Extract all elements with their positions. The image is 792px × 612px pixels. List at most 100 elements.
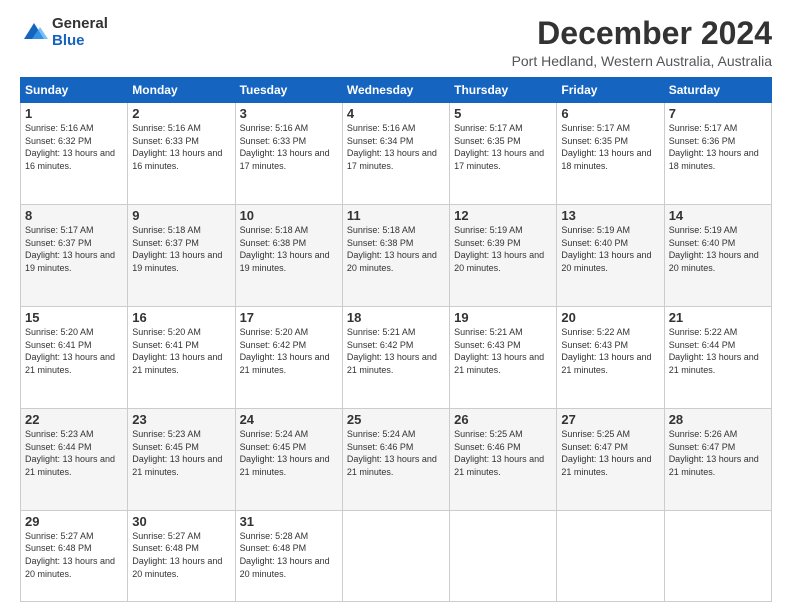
table-row: 17 Sunrise: 5:20 AMSunset: 6:42 PMDaylig… (235, 307, 342, 409)
day-info: Sunrise: 5:18 AMSunset: 6:38 PMDaylight:… (347, 225, 437, 273)
table-row: 28 Sunrise: 5:26 AMSunset: 6:47 PMDaylig… (664, 408, 771, 510)
col-saturday: Saturday (664, 78, 771, 103)
calendar-table: Sunday Monday Tuesday Wednesday Thursday… (20, 77, 772, 602)
day-number: 18 (347, 310, 445, 325)
main-title: December 2024 (512, 16, 772, 51)
day-number: 19 (454, 310, 552, 325)
col-wednesday: Wednesday (342, 78, 449, 103)
col-sunday: Sunday (21, 78, 128, 103)
table-row: 14 Sunrise: 5:19 AMSunset: 6:40 PMDaylig… (664, 205, 771, 307)
logo-text: General Blue (52, 16, 108, 49)
day-info: Sunrise: 5:16 AMSunset: 6:32 PMDaylight:… (25, 123, 115, 171)
day-number: 22 (25, 412, 123, 427)
day-info: Sunrise: 5:19 AMSunset: 6:40 PMDaylight:… (669, 225, 759, 273)
day-number: 29 (25, 514, 123, 529)
day-number: 6 (561, 106, 659, 121)
empty-cell (450, 510, 557, 601)
day-info: Sunrise: 5:22 AMSunset: 6:43 PMDaylight:… (561, 327, 651, 375)
col-tuesday: Tuesday (235, 78, 342, 103)
table-row: 10 Sunrise: 5:18 AMSunset: 6:38 PMDaylig… (235, 205, 342, 307)
table-row: 2 Sunrise: 5:16 AMSunset: 6:33 PMDayligh… (128, 103, 235, 205)
table-row: 31 Sunrise: 5:28 AMSunset: 6:48 PMDaylig… (235, 510, 342, 601)
day-number: 27 (561, 412, 659, 427)
day-info: Sunrise: 5:21 AMSunset: 6:43 PMDaylight:… (454, 327, 544, 375)
day-number: 14 (669, 208, 767, 223)
day-info: Sunrise: 5:19 AMSunset: 6:39 PMDaylight:… (454, 225, 544, 273)
empty-cell (664, 510, 771, 601)
day-number: 24 (240, 412, 338, 427)
table-row: 27 Sunrise: 5:25 AMSunset: 6:47 PMDaylig… (557, 408, 664, 510)
week-row: 15 Sunrise: 5:20 AMSunset: 6:41 PMDaylig… (21, 307, 772, 409)
day-number: 26 (454, 412, 552, 427)
table-row: 25 Sunrise: 5:24 AMSunset: 6:46 PMDaylig… (342, 408, 449, 510)
day-info: Sunrise: 5:28 AMSunset: 6:48 PMDaylight:… (240, 531, 330, 579)
day-number: 3 (240, 106, 338, 121)
day-info: Sunrise: 5:20 AMSunset: 6:41 PMDaylight:… (25, 327, 115, 375)
day-info: Sunrise: 5:26 AMSunset: 6:47 PMDaylight:… (669, 429, 759, 477)
day-info: Sunrise: 5:22 AMSunset: 6:44 PMDaylight:… (669, 327, 759, 375)
day-info: Sunrise: 5:17 AMSunset: 6:35 PMDaylight:… (454, 123, 544, 171)
day-info: Sunrise: 5:21 AMSunset: 6:42 PMDaylight:… (347, 327, 437, 375)
title-block: December 2024 Port Hedland, Western Aust… (512, 16, 772, 69)
day-info: Sunrise: 5:27 AMSunset: 6:48 PMDaylight:… (132, 531, 222, 579)
week-row: 22 Sunrise: 5:23 AMSunset: 6:44 PMDaylig… (21, 408, 772, 510)
calendar-header-row: Sunday Monday Tuesday Wednesday Thursday… (21, 78, 772, 103)
table-row: 4 Sunrise: 5:16 AMSunset: 6:34 PMDayligh… (342, 103, 449, 205)
day-number: 2 (132, 106, 230, 121)
day-number: 11 (347, 208, 445, 223)
col-monday: Monday (128, 78, 235, 103)
table-row: 30 Sunrise: 5:27 AMSunset: 6:48 PMDaylig… (128, 510, 235, 601)
table-row: 16 Sunrise: 5:20 AMSunset: 6:41 PMDaylig… (128, 307, 235, 409)
col-thursday: Thursday (450, 78, 557, 103)
table-row: 11 Sunrise: 5:18 AMSunset: 6:38 PMDaylig… (342, 205, 449, 307)
table-row: 20 Sunrise: 5:22 AMSunset: 6:43 PMDaylig… (557, 307, 664, 409)
day-number: 13 (561, 208, 659, 223)
table-row: 26 Sunrise: 5:25 AMSunset: 6:46 PMDaylig… (450, 408, 557, 510)
table-row: 8 Sunrise: 5:17 AMSunset: 6:37 PMDayligh… (21, 205, 128, 307)
day-number: 21 (669, 310, 767, 325)
day-number: 31 (240, 514, 338, 529)
table-row: 12 Sunrise: 5:19 AMSunset: 6:39 PMDaylig… (450, 205, 557, 307)
day-info: Sunrise: 5:23 AMSunset: 6:45 PMDaylight:… (132, 429, 222, 477)
table-row: 3 Sunrise: 5:16 AMSunset: 6:33 PMDayligh… (235, 103, 342, 205)
table-row: 18 Sunrise: 5:21 AMSunset: 6:42 PMDaylig… (342, 307, 449, 409)
day-number: 1 (25, 106, 123, 121)
day-info: Sunrise: 5:18 AMSunset: 6:38 PMDaylight:… (240, 225, 330, 273)
day-info: Sunrise: 5:16 AMSunset: 6:33 PMDaylight:… (240, 123, 330, 171)
day-info: Sunrise: 5:24 AMSunset: 6:46 PMDaylight:… (347, 429, 437, 477)
day-number: 16 (132, 310, 230, 325)
table-row: 15 Sunrise: 5:20 AMSunset: 6:41 PMDaylig… (21, 307, 128, 409)
day-info: Sunrise: 5:20 AMSunset: 6:41 PMDaylight:… (132, 327, 222, 375)
table-row: 24 Sunrise: 5:24 AMSunset: 6:45 PMDaylig… (235, 408, 342, 510)
day-info: Sunrise: 5:17 AMSunset: 6:37 PMDaylight:… (25, 225, 115, 273)
table-row: 19 Sunrise: 5:21 AMSunset: 6:43 PMDaylig… (450, 307, 557, 409)
logo-general-text: General (52, 16, 108, 33)
week-row: 8 Sunrise: 5:17 AMSunset: 6:37 PMDayligh… (21, 205, 772, 307)
day-number: 28 (669, 412, 767, 427)
day-info: Sunrise: 5:18 AMSunset: 6:37 PMDaylight:… (132, 225, 222, 273)
logo-icon (20, 19, 48, 47)
day-info: Sunrise: 5:19 AMSunset: 6:40 PMDaylight:… (561, 225, 651, 273)
day-info: Sunrise: 5:20 AMSunset: 6:42 PMDaylight:… (240, 327, 330, 375)
week-row: 29 Sunrise: 5:27 AMSunset: 6:48 PMDaylig… (21, 510, 772, 601)
day-info: Sunrise: 5:17 AMSunset: 6:35 PMDaylight:… (561, 123, 651, 171)
day-number: 4 (347, 106, 445, 121)
day-info: Sunrise: 5:23 AMSunset: 6:44 PMDaylight:… (25, 429, 115, 477)
table-row: 1 Sunrise: 5:16 AMSunset: 6:32 PMDayligh… (21, 103, 128, 205)
day-info: Sunrise: 5:25 AMSunset: 6:46 PMDaylight:… (454, 429, 544, 477)
table-row: 29 Sunrise: 5:27 AMSunset: 6:48 PMDaylig… (21, 510, 128, 601)
day-number: 20 (561, 310, 659, 325)
table-row: 6 Sunrise: 5:17 AMSunset: 6:35 PMDayligh… (557, 103, 664, 205)
day-number: 15 (25, 310, 123, 325)
table-row: 9 Sunrise: 5:18 AMSunset: 6:37 PMDayligh… (128, 205, 235, 307)
day-number: 23 (132, 412, 230, 427)
table-row: 5 Sunrise: 5:17 AMSunset: 6:35 PMDayligh… (450, 103, 557, 205)
subtitle: Port Hedland, Western Australia, Austral… (512, 53, 772, 69)
day-number: 9 (132, 208, 230, 223)
logo-blue-text: Blue (52, 33, 108, 50)
day-number: 17 (240, 310, 338, 325)
day-info: Sunrise: 5:24 AMSunset: 6:45 PMDaylight:… (240, 429, 330, 477)
table-row: 22 Sunrise: 5:23 AMSunset: 6:44 PMDaylig… (21, 408, 128, 510)
day-info: Sunrise: 5:16 AMSunset: 6:34 PMDaylight:… (347, 123, 437, 171)
day-number: 5 (454, 106, 552, 121)
